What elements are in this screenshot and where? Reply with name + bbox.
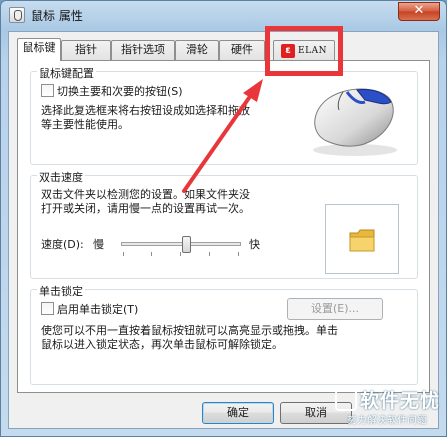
watermark: 软件无忧 努力解决软件问题 <box>334 386 440 426</box>
annotation-arrow <box>182 79 263 193</box>
watermark-logo-icon <box>334 389 357 411</box>
mouse-properties-window: 鼠标 属性 ✕ 鼠标键 指针 指针选项 滑轮 硬件 ε ELAN 鼠标键配置 切… <box>0 0 447 437</box>
watermark-title: 软件无忧 <box>334 386 440 413</box>
watermark-text: 软件无忧 <box>359 390 440 412</box>
watermark-subtitle: 努力解决软件问题 <box>347 416 428 426</box>
